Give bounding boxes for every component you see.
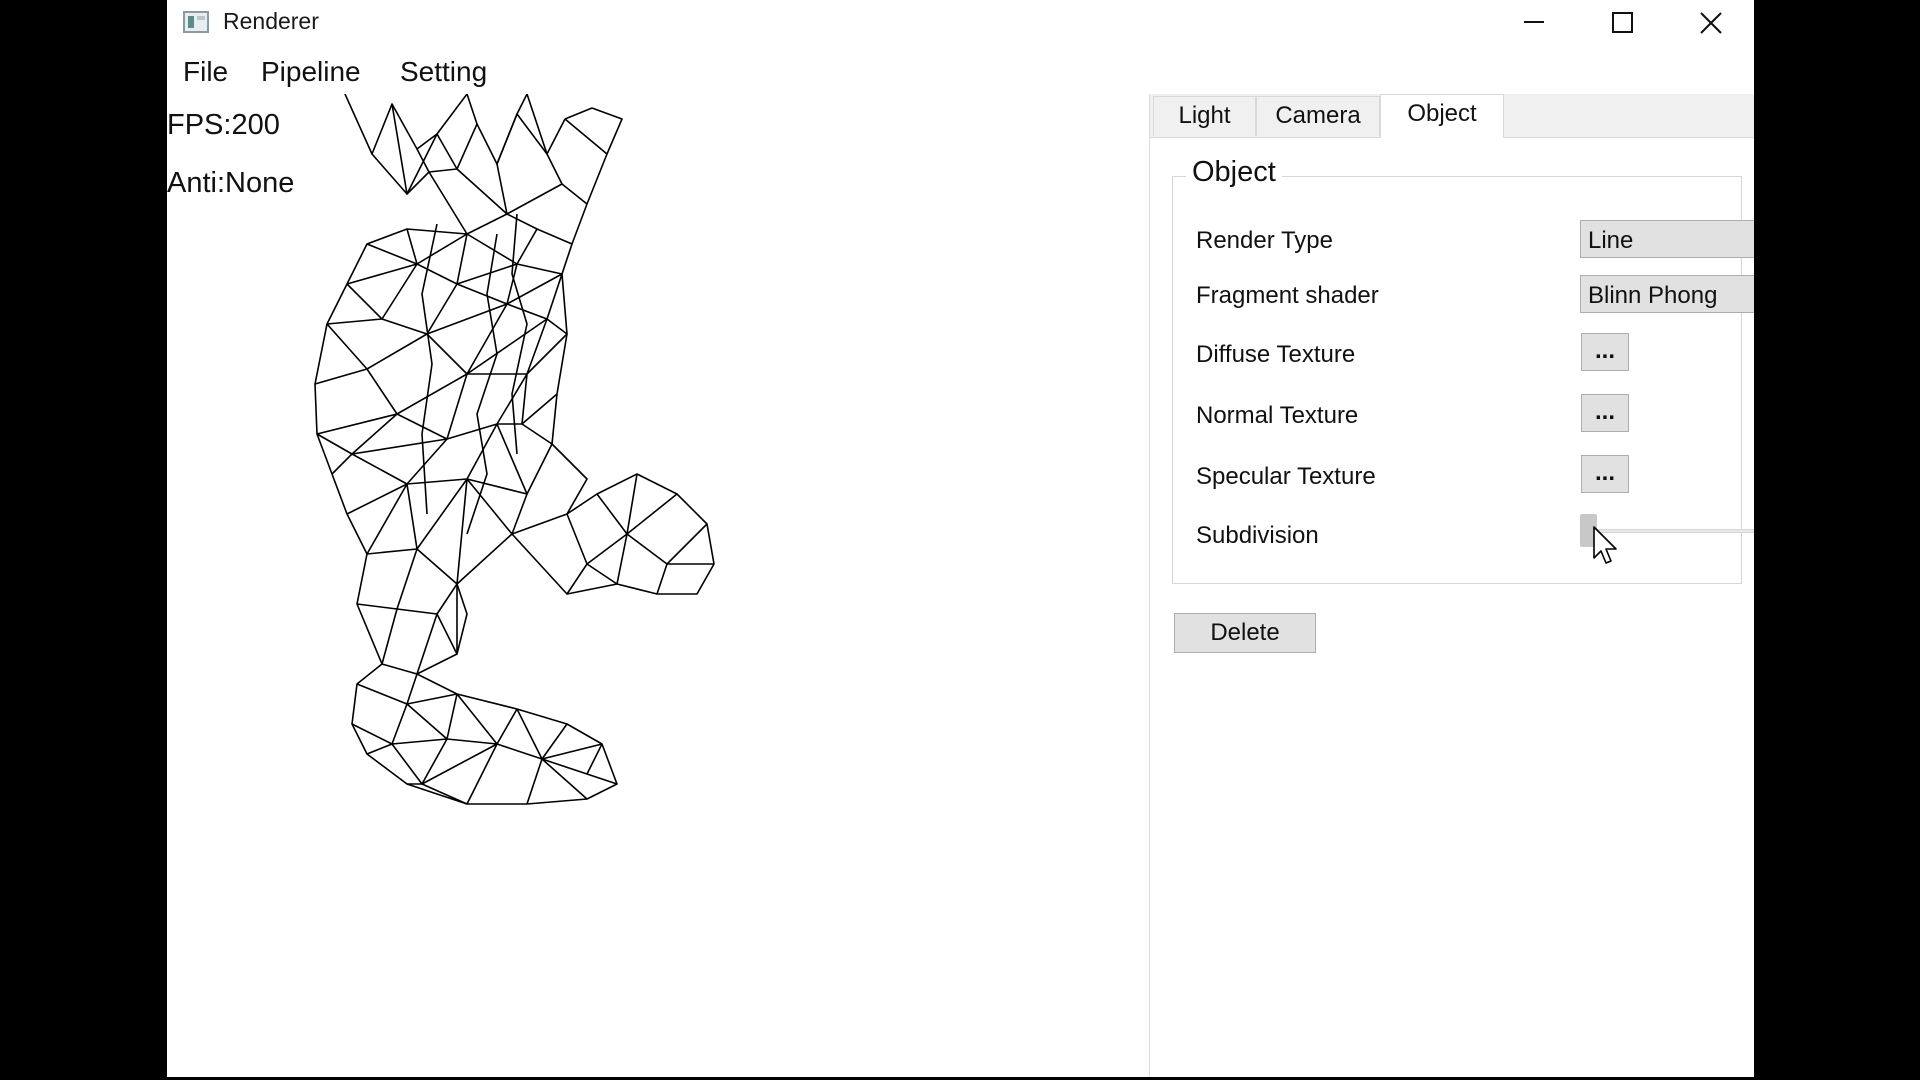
tab-camera[interactable]: Camera bbox=[1256, 96, 1380, 136]
menu-setting[interactable]: Setting bbox=[400, 56, 487, 88]
properties-panel: Light Camera Object Object Render Type L… bbox=[1149, 94, 1754, 1077]
close-button[interactable] bbox=[1666, 0, 1754, 45]
wireframe-mesh bbox=[314, 94, 715, 805]
tab-light[interactable]: Light bbox=[1153, 96, 1256, 136]
specular-texture-browse-button[interactable]: ... bbox=[1581, 455, 1629, 493]
maximize-button[interactable] bbox=[1578, 0, 1666, 45]
menu-pipeline[interactable]: Pipeline bbox=[261, 56, 361, 88]
mouse-cursor-icon bbox=[1593, 526, 1617, 564]
normal-texture-label: Normal Texture bbox=[1196, 402, 1359, 429]
subdivision-label: Subdivision bbox=[1196, 522, 1319, 549]
title-bar[interactable]: Renderer bbox=[167, 0, 1754, 45]
fragment-shader-label: Fragment shader bbox=[1196, 282, 1379, 309]
render-type-label: Render Type bbox=[1196, 227, 1333, 254]
app-window-icon bbox=[183, 11, 209, 33]
maximize-icon bbox=[1612, 12, 1633, 33]
normal-texture-browse-button[interactable]: ... bbox=[1581, 394, 1629, 432]
menu-bar: File Pipeline Setting bbox=[167, 52, 1754, 92]
tab-object[interactable]: Object bbox=[1380, 94, 1504, 138]
renderer-window: Renderer File Pipeline Setting FPS:200 A… bbox=[167, 0, 1754, 1077]
tab-bar: Light Camera Object bbox=[1150, 94, 1754, 138]
specular-texture-label: Specular Texture bbox=[1196, 463, 1376, 490]
render-type-value: Line bbox=[1588, 227, 1634, 254]
delete-button[interactable]: Delete bbox=[1174, 613, 1316, 653]
render-type-select[interactable]: Line bbox=[1580, 220, 1754, 258]
object-group-title: Object bbox=[1186, 156, 1282, 189]
diffuse-texture-browse-button[interactable]: ... bbox=[1581, 333, 1629, 371]
diffuse-texture-label: Diffuse Texture bbox=[1196, 341, 1356, 368]
minimize-button[interactable] bbox=[1490, 0, 1578, 45]
menu-file[interactable]: File bbox=[183, 56, 228, 88]
fragment-shader-value: Blinn Phong bbox=[1588, 282, 1718, 309]
fps-readout: FPS:200 bbox=[167, 109, 280, 141]
close-icon bbox=[1700, 12, 1722, 34]
anti-alias-readout: Anti:None bbox=[167, 167, 295, 199]
window-title: Renderer bbox=[223, 8, 319, 34]
minimize-icon bbox=[1524, 21, 1544, 23]
render-viewport[interactable]: FPS:200 Anti:None bbox=[167, 94, 1148, 1077]
fragment-shader-select[interactable]: Blinn Phong bbox=[1580, 275, 1754, 313]
